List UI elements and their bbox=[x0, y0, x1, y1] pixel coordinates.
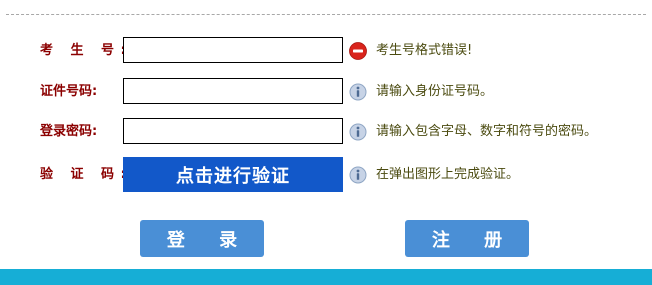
bottom-bar bbox=[0, 269, 652, 285]
verification-hint: 在弹出图形上完成验证。 bbox=[376, 166, 520, 182]
error-icon bbox=[349, 42, 367, 60]
verification-row: 验 证 码: 点击进行验证 在弹出图形上完成验证。 bbox=[0, 157, 652, 192]
password-hint: 请输入包含字母、数字和符号的密码。 bbox=[376, 124, 598, 139]
verify-button[interactable]: 点击进行验证 bbox=[123, 157, 343, 192]
info-icon bbox=[349, 83, 367, 101]
top-divider bbox=[6, 14, 646, 15]
candidate-number-input[interactable] bbox=[123, 37, 343, 63]
register-button[interactable]: 注 册 bbox=[405, 220, 529, 257]
password-row: 登录密码: 请输入包含字母、数字和符号的密码。 bbox=[0, 118, 652, 146]
candidate-number-label: 考 生 号: bbox=[40, 43, 133, 58]
info-icon bbox=[349, 123, 367, 141]
info-icon bbox=[349, 166, 367, 184]
password-input[interactable] bbox=[123, 118, 343, 144]
id-number-hint: 请输入身份证号码。 bbox=[376, 84, 494, 99]
login-button[interactable]: 登 录 bbox=[140, 220, 264, 257]
id-number-row: 证件号码: 请输入身份证号码。 bbox=[0, 78, 652, 106]
candidate-number-hint: 考生号格式错误! bbox=[376, 43, 473, 58]
id-number-label: 证件号码: bbox=[40, 84, 98, 99]
registration-form-page: 考 生 号: 考生号格式错误! 证件号码: 请输入身份证号码。 登录密码: 请输… bbox=[0, 0, 652, 285]
id-number-input[interactable] bbox=[123, 78, 343, 104]
password-label: 登录密码: bbox=[40, 124, 98, 139]
candidate-number-row: 考 生 号: 考生号格式错误! bbox=[0, 37, 652, 65]
verification-label: 验 证 码: bbox=[40, 166, 133, 182]
